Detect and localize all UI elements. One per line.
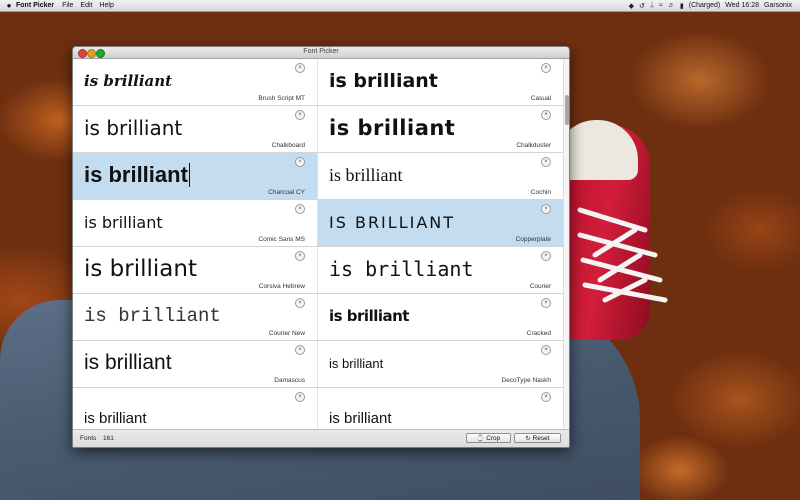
font-sample: is brilliant xyxy=(84,305,221,327)
timemachine-icon[interactable]: ↺ xyxy=(639,2,645,10)
font-sample: is brilliant xyxy=(84,256,197,282)
crop-icon: ⌚ xyxy=(476,435,485,442)
font-cell-damascus[interactable]: is brilliant × Damascus xyxy=(73,341,318,388)
close-circle-icon[interactable]: × xyxy=(295,345,305,355)
font-cell-cochin[interactable]: is brilliant × Cochin xyxy=(318,153,563,200)
menu-help[interactable]: Help xyxy=(99,2,113,9)
reset-label: Reset xyxy=(532,434,550,442)
apple-icon[interactable]: ● xyxy=(2,1,16,10)
crop-button[interactable]: ⌚ Crop xyxy=(466,433,511,443)
background-laces xyxy=(577,207,668,303)
fonts-label: Fonts xyxy=(80,435,97,442)
close-circle-icon[interactable]: × xyxy=(295,298,305,308)
font-sample: is brilliant xyxy=(84,212,163,232)
font-sample: is brilliant xyxy=(84,351,172,374)
font-sample-wrap: is brilliant xyxy=(84,157,190,193)
font-cell-cracked[interactable]: is brilliant × Cracked xyxy=(318,294,563,341)
close-circle-icon[interactable]: × xyxy=(541,157,551,167)
font-name-label: Casual xyxy=(530,95,551,102)
close-circle-icon[interactable]: × xyxy=(541,110,551,120)
text-caret xyxy=(188,163,190,187)
font-sample: is brilliant xyxy=(329,70,438,92)
wifi-icon[interactable]: ≈ xyxy=(659,2,663,9)
font-sample: is brilliant xyxy=(84,72,173,90)
font-name-label: Comic Sans MS xyxy=(258,236,305,243)
font-cell-comic-sans-ms[interactable]: is brilliant × Comic Sans MS xyxy=(73,200,318,247)
bluetooth-icon[interactable]: ᛣ xyxy=(650,2,654,9)
crop-label: Crop xyxy=(486,434,501,442)
font-cell-courier[interactable]: is brilliant × Courier xyxy=(318,247,563,294)
font-sample: is brilliant xyxy=(329,307,409,325)
font-sample: is brilliant xyxy=(329,355,384,371)
title-bar[interactable]: Font Picker xyxy=(73,47,569,59)
font-sample: is brilliant xyxy=(329,164,403,185)
font-name-label: Cracked xyxy=(526,330,551,337)
close-circle-icon[interactable]: × xyxy=(541,298,551,308)
battery-icon[interactable]: ▮ xyxy=(680,2,684,10)
close-circle-icon[interactable]: × xyxy=(541,392,551,402)
menu-edit[interactable]: Edit xyxy=(80,2,92,9)
close-circle-icon[interactable]: × xyxy=(541,345,551,355)
close-circle-icon[interactable]: × xyxy=(541,251,551,261)
font-cell-corsiva-hebrew[interactable]: is brilliant × Corsiva Hebrew xyxy=(73,247,318,294)
font-sample: is brilliant xyxy=(84,409,147,427)
font-cell-charcoal-cy[interactable]: is brilliant × Charcoal CY xyxy=(73,153,318,200)
close-circle-icon[interactable]: × xyxy=(295,110,305,120)
font-name-label: Damascus xyxy=(274,377,305,384)
font-cell-decotype-naskh[interactable]: is brilliant × DecoType Naskh xyxy=(318,341,563,388)
font-sample: is brilliant xyxy=(329,257,474,281)
menu-file[interactable]: File xyxy=(62,2,73,9)
menu-bar: ● Font Picker File Edit Help ◆ ↺ ᛣ ≈ ♬ ▮… xyxy=(0,0,800,12)
font-cell-casual[interactable]: is brilliant × Casual xyxy=(318,59,563,106)
font-name-label: Courier xyxy=(529,283,551,290)
close-circle-icon[interactable]: × xyxy=(295,204,305,214)
close-circle-icon[interactable]: × xyxy=(295,251,305,261)
close-circle-icon[interactable]: × xyxy=(295,392,305,402)
window-title: Font Picker xyxy=(303,48,339,55)
font-cell-brush-script-mt[interactable]: is brilliant × Brush Script MT xyxy=(73,59,318,106)
font-name-label: Copperplate xyxy=(515,236,551,243)
reset-icon: ↻ xyxy=(525,435,531,442)
font-name-label: Chalkboard xyxy=(271,142,305,149)
font-cell-courier-new[interactable]: is brilliant × Courier New xyxy=(73,294,318,341)
close-circle-icon[interactable]: × xyxy=(295,157,305,167)
close-circle-icon[interactable]: × xyxy=(541,204,551,214)
font-cell-partial[interactable]: is brilliant × xyxy=(318,388,563,429)
volume-icon[interactable]: ♬ xyxy=(668,2,675,9)
battery-status[interactable]: (Charged) xyxy=(689,2,721,9)
scroll-thumb[interactable] xyxy=(565,95,569,125)
vertical-scrollbar[interactable] xyxy=(563,59,569,429)
font-cell-chalkduster[interactable]: is brilliant × Chalkduster xyxy=(318,106,563,153)
close-circle-icon[interactable]: × xyxy=(541,63,551,73)
font-name-label: Corsiva Hebrew xyxy=(258,283,305,290)
user-name[interactable]: Garsonix xyxy=(764,2,792,9)
font-grid: is brilliant × Brush Script MT is brilli… xyxy=(73,59,563,429)
font-sample: is brilliant xyxy=(84,162,188,187)
font-sample: is brilliant xyxy=(84,116,183,140)
close-circle-icon[interactable]: × xyxy=(295,63,305,73)
font-cell-partial[interactable]: is brilliant × xyxy=(73,388,318,429)
font-name-label: DecoType Naskh xyxy=(501,377,552,384)
fonts-count: 161 xyxy=(103,435,114,442)
font-sample: is brilliant xyxy=(329,409,392,427)
menu-app-name[interactable]: Font Picker xyxy=(16,2,54,9)
font-name-label: Charcoal CY xyxy=(268,189,305,196)
menu-extras: ◆ ↺ ᛣ ≈ ♬ ▮ (Charged) Wed 16:28 Garsonix xyxy=(629,2,800,10)
font-sample: IS BRILLIANT xyxy=(329,212,456,232)
font-name-label: Cochin xyxy=(530,189,551,196)
font-sample: is brilliant xyxy=(329,116,456,140)
clock[interactable]: Wed 16:28 xyxy=(725,2,759,9)
dropbox-icon[interactable]: ◆ xyxy=(629,2,634,10)
font-cell-chalkboard[interactable]: is brilliant × Chalkboard xyxy=(73,106,318,153)
font-cell-copperplate[interactable]: IS BRILLIANT × Copperplate xyxy=(318,200,563,247)
font-name-label: Brush Script MT xyxy=(258,95,305,102)
reset-button[interactable]: ↻ Reset xyxy=(514,433,561,443)
font-name-label: Courier New xyxy=(268,330,305,337)
font-picker-window: Font Picker is brilliant × Brush Script … xyxy=(72,46,570,448)
font-name-label: Chalkduster xyxy=(516,142,551,149)
bottom-bar: Fonts 161 ⌚ Crop ↻ Reset xyxy=(73,429,569,447)
